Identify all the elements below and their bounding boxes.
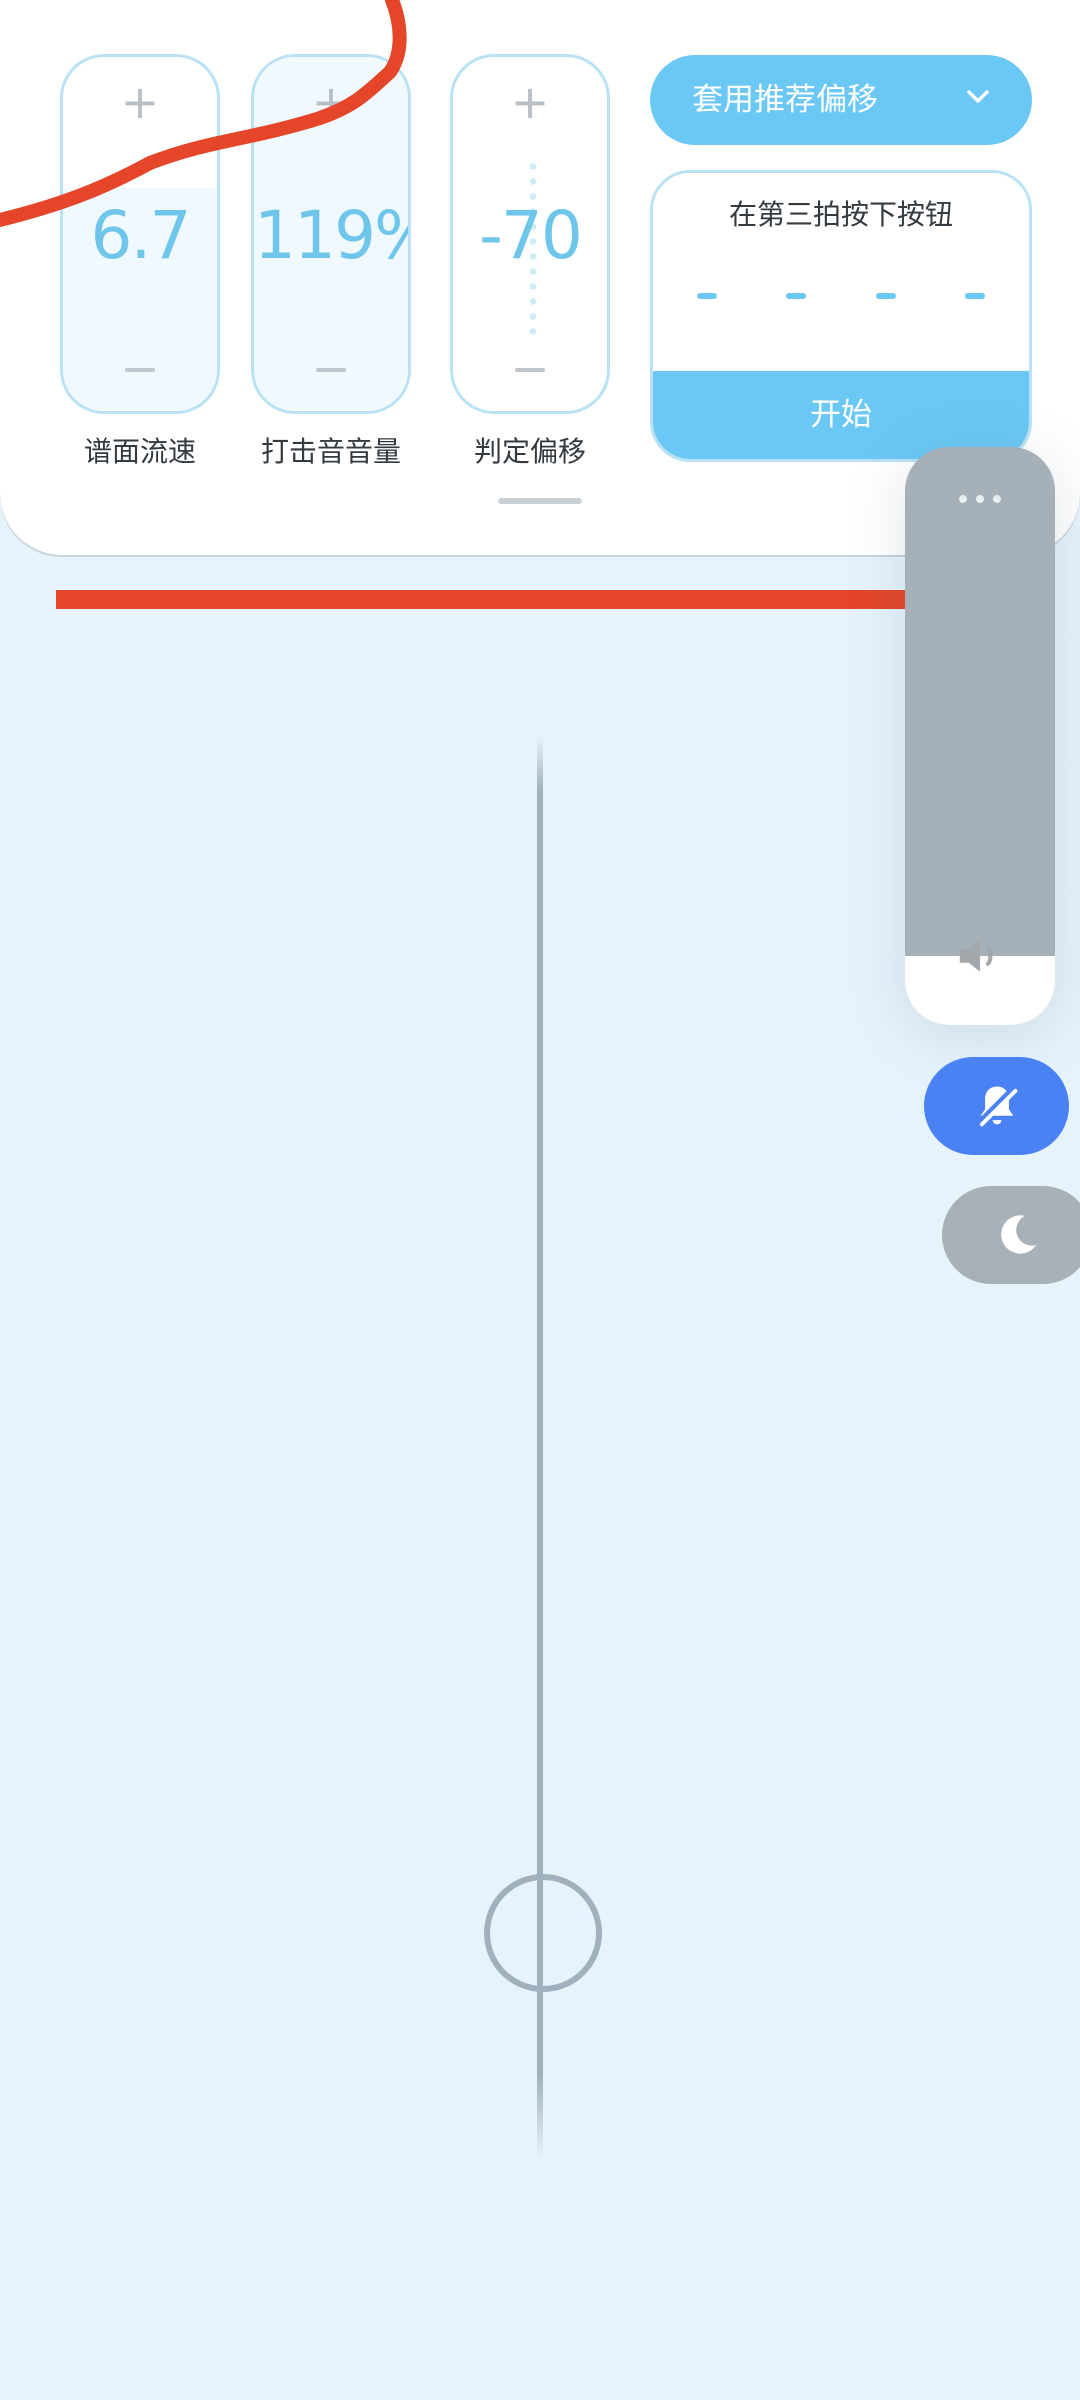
beat-indicators — [697, 293, 985, 299]
start-calibration-button[interactable]: 开始 — [653, 371, 1029, 459]
judge-offset-stepper: + -70 — [450, 54, 610, 414]
beat-indicator — [697, 293, 717, 299]
hit-volume-increase-button[interactable]: + — [254, 57, 408, 147]
minus-icon — [515, 367, 545, 372]
hit-volume-stepper: + 119% — [251, 54, 411, 414]
hit-volume-decrease-button[interactable] — [254, 321, 408, 411]
minus-icon — [316, 367, 346, 372]
chart-speed-increase-button[interactable]: + — [63, 57, 217, 147]
judge-offset-decrease-button[interactable] — [453, 321, 607, 411]
hit-volume-value: 119% — [254, 197, 408, 274]
chart-speed-label: 谱面流速 — [83, 435, 196, 468]
judgement-ring[interactable] — [484, 1874, 602, 1992]
speaker-icon — [959, 940, 993, 972]
bell-off-icon — [975, 1084, 1018, 1128]
mute-toggle-button[interactable] — [924, 1057, 1069, 1155]
judge-offset-value: -70 — [479, 197, 583, 274]
chart-speed-stepper: + 6.7 — [60, 54, 220, 414]
chart-speed-decrease-button[interactable] — [63, 321, 217, 411]
annotation-underline — [56, 590, 985, 609]
calibration-instruction: 在第三拍按下按钮 — [728, 198, 953, 231]
beat-indicator — [875, 293, 896, 299]
judge-offset-increase-button[interactable]: + — [453, 57, 607, 147]
judge-offset-label: 判定偏移 — [473, 435, 586, 468]
volume-panel[interactable] — [905, 447, 1055, 1025]
tap-calibration-panel: 在第三拍按下按钮 开始 — [650, 170, 1032, 462]
more-dots-icon[interactable] — [905, 447, 1055, 503]
beat-indicator — [786, 293, 807, 299]
hit-volume-label: 打击音音量 — [260, 435, 401, 468]
beat-indicator — [964, 293, 985, 299]
chart-speed-value: 6.7 — [90, 197, 192, 274]
minus-icon — [125, 367, 155, 372]
apply-recommended-offset-button[interactable]: 套用推荐偏移 — [650, 55, 1032, 145]
chevron-down-icon — [967, 90, 989, 103]
apply-offset-label: 套用推荐偏移 — [692, 82, 878, 118]
moon-icon — [1001, 1215, 1037, 1254]
card-drag-handle[interactable] — [498, 498, 582, 504]
do-not-disturb-button[interactable] — [942, 1186, 1080, 1284]
